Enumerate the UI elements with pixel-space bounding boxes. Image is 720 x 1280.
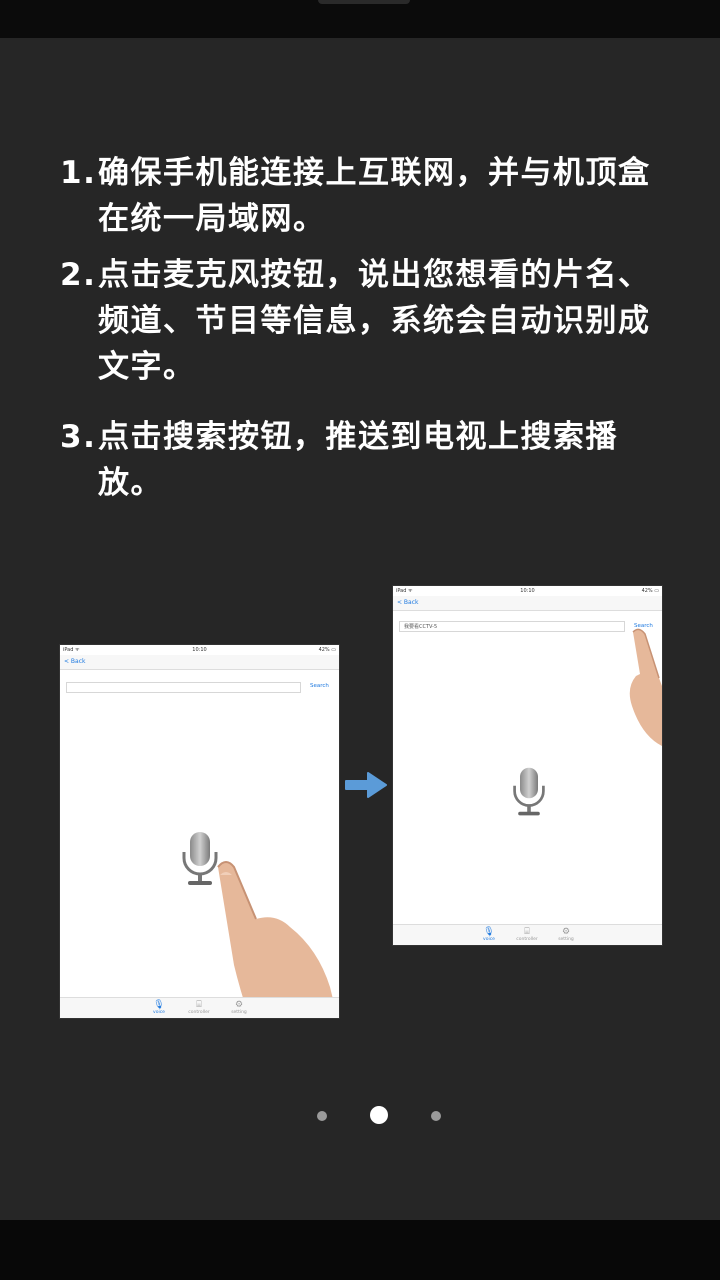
step-3: 3. 点击搜索按钮，推送到电视上搜索播放。 <box>60 414 680 506</box>
microphone-icon <box>513 767 545 816</box>
gear-icon: ⚙ <box>234 1000 244 1010</box>
tab-setting: ⚙ setting <box>551 927 581 942</box>
page-dot-active[interactable] <box>370 1106 388 1124</box>
device-status-bar: iPad ᯤ 10:10 42% ▭ <box>60 645 339 655</box>
page-dot[interactable] <box>317 1111 327 1121</box>
tab-label: voice <box>153 1010 165 1015</box>
tab-label: setting <box>231 1010 247 1015</box>
tab-controller: ⌸ controller <box>512 927 542 942</box>
tab-label: voice <box>483 937 495 942</box>
notch <box>318 0 410 4</box>
pointing-hand-image <box>217 861 338 1018</box>
controller-icon: ⌸ <box>196 1000 202 1010</box>
arrow-right-icon <box>345 772 387 798</box>
tab-label: controller <box>188 1010 210 1015</box>
step-text: 确保手机能连接上互联网，并与机顶盒在统一局域网。 <box>98 155 651 237</box>
back-button: < Back <box>397 599 419 606</box>
gear-icon: ⚙ <box>561 927 571 937</box>
device-battery: 42% ▭ <box>318 647 336 653</box>
step-1: 1. 确保手机能连接上互联网，并与机顶盒在统一局域网。 <box>60 150 680 242</box>
device-nav-bar: < Back <box>60 655 339 670</box>
search-input: 我要看CCTV-5 <box>399 621 625 632</box>
instruction-list: 1. 确保手机能连接上互联网，并与机顶盒在统一局域网。 2. 点击麦克风按钮，说… <box>60 150 680 516</box>
navigation-bar <box>0 1220 720 1280</box>
step-text: 点击搜索按钮，推送到电视上搜索播放。 <box>98 419 618 501</box>
back-button: < Back <box>64 658 86 665</box>
step-text: 点击麦克风按钮，说出您想看的片名、频道、节目等信息，系统会自动识别成文字。 <box>98 257 651 385</box>
device-status-bar: iPad ᯤ 10:10 42% ▭ <box>393 586 662 596</box>
tab-voice: 🎙 voice <box>144 1000 174 1015</box>
controller-icon: ⌸ <box>524 927 530 937</box>
device-clock: 10:10 <box>192 647 207 653</box>
tablet-screenshot-before: iPad ᯤ 10:10 42% ▭ < Back Search 🎙 voice … <box>60 645 339 1018</box>
device-clock: 10:10 <box>520 588 535 594</box>
tab-label: setting <box>558 937 574 942</box>
tab-controller: ⌸ controller <box>184 1000 214 1015</box>
tab-voice: 🎙 voice <box>474 927 504 942</box>
device-nav-bar: < Back <box>393 596 662 611</box>
mic-icon: 🎙 <box>483 927 495 937</box>
step-2: 2. 点击麦克风按钮，说出您想看的片名、频道、节目等信息，系统会自动识别成文字。 <box>60 252 680 390</box>
tab-label: controller <box>516 937 538 942</box>
search-button: Search <box>310 683 329 689</box>
tablet-screenshot-after: iPad ᯤ 10:10 42% ▭ < Back 我要看CCTV-5 Sear… <box>393 586 662 945</box>
status-bar <box>0 0 720 38</box>
step-number: 2. <box>60 257 97 293</box>
mic-icon: 🎙 <box>153 1000 165 1010</box>
device-tab-bar: 🎙 voice ⌸ controller ⚙ setting <box>393 924 662 945</box>
step-number: 1. <box>60 155 97 191</box>
page-dot[interactable] <box>431 1111 441 1121</box>
tab-setting: ⚙ setting <box>224 1000 254 1015</box>
search-input <box>66 682 301 693</box>
search-input-value: 我要看CCTV-5 <box>404 624 438 630</box>
step-number: 3. <box>60 419 97 455</box>
device-tab-bar: 🎙 voice ⌸ controller ⚙ setting <box>60 997 339 1018</box>
device-battery: 42% ▭ <box>641 588 659 594</box>
page-indicator[interactable] <box>0 1100 720 1130</box>
pointing-hand-image <box>629 628 662 746</box>
